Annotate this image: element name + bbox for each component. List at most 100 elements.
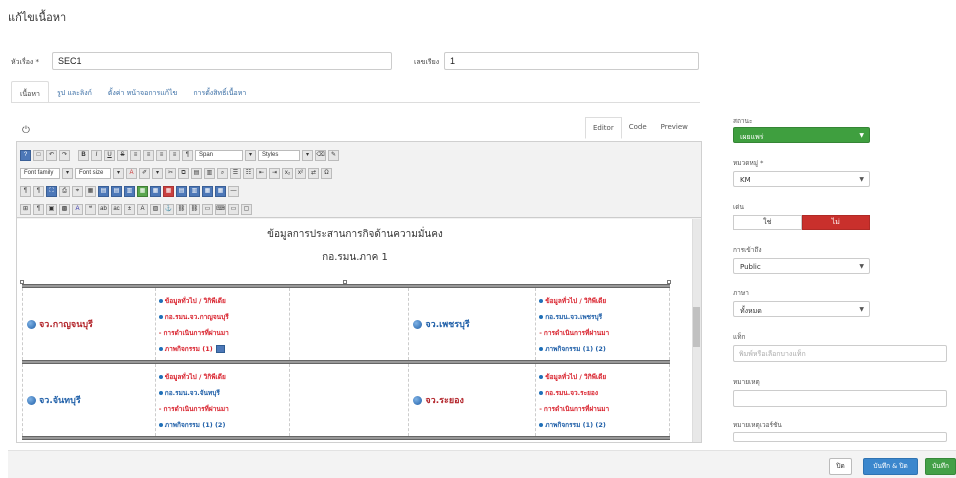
table-insert-col-icon[interactable]: ▥ bbox=[124, 185, 135, 197]
styles-select[interactable]: Styles bbox=[258, 149, 300, 161]
table-row-props-icon[interactable]: ▤ bbox=[176, 185, 187, 197]
highlight-color-icon[interactable]: ✐ bbox=[139, 167, 150, 179]
fullscreen-icon[interactable]: ⛶ bbox=[46, 185, 57, 197]
tab-preview[interactable]: Preview bbox=[654, 117, 695, 139]
hr-icon[interactable]: — bbox=[228, 185, 239, 197]
list-item[interactable]: ภาพกิจกรรม (1) (2) bbox=[539, 417, 609, 433]
text-color-icon[interactable]: A bbox=[126, 167, 137, 179]
attributes-icon[interactable]: A bbox=[137, 203, 148, 215]
font-size-select[interactable]: Font size bbox=[75, 167, 111, 179]
list-item[interactable]: ข้อมูลทั่วไป / วิกิพีเดีย bbox=[539, 293, 609, 309]
pagebreak-icon[interactable]: ▭ bbox=[228, 203, 239, 215]
highlight-yes-button[interactable]: ใช่ bbox=[733, 215, 802, 230]
order-input[interactable] bbox=[444, 52, 699, 70]
editor-document[interactable]: ข้อมูลการประสานการกิจด้านความมั่นคง กอ.ร… bbox=[17, 219, 693, 442]
list-item[interactable]: - การดำเนินการที่ผ่านมา bbox=[539, 325, 609, 341]
chevron-down-icon[interactable]: ▾ bbox=[152, 167, 163, 179]
new-document-icon[interactable]: □ bbox=[33, 149, 44, 161]
text-direction-icon[interactable]: ⇄ bbox=[308, 167, 319, 179]
ltr-icon[interactable]: ¶ bbox=[20, 185, 31, 197]
redo-icon[interactable]: ↷ bbox=[59, 149, 70, 161]
chevron-down-icon[interactable]: ▾ bbox=[62, 167, 73, 179]
chevron-down-icon[interactable]: ▾ bbox=[302, 149, 313, 161]
highlight-no-button[interactable]: ไม่ bbox=[801, 215, 870, 230]
anchor-icon[interactable]: ⚓ bbox=[163, 203, 174, 215]
province-link[interactable]: จว.เพชรบุรี bbox=[413, 317, 470, 331]
list-item[interactable]: กอ.รมน.จว.จันทบุรี bbox=[158, 385, 229, 401]
align-center-icon[interactable]: ≡ bbox=[143, 149, 154, 161]
editor-scrollbar[interactable] bbox=[692, 219, 701, 442]
template-icon[interactable]: ▣ bbox=[46, 203, 57, 215]
help-icon[interactable]: ? bbox=[20, 149, 31, 161]
power-icon[interactable]: ⏻ bbox=[22, 125, 30, 136]
media-icon[interactable]: ▩ bbox=[59, 203, 70, 215]
list-item[interactable]: ข้อมูลทั่วไป / วิกิพีเดีย bbox=[539, 369, 609, 385]
list-item[interactable]: - การดำเนินการที่ผ่านมา bbox=[159, 401, 229, 417]
spellcheck-icon[interactable]: A bbox=[72, 203, 83, 215]
list-item[interactable]: - การดำเนินการที่ผ่านมา bbox=[159, 325, 229, 341]
scrollbar-thumb[interactable] bbox=[693, 307, 700, 347]
tab-editor[interactable]: Editor bbox=[585, 117, 622, 139]
subscript-icon[interactable]: x₂ bbox=[282, 167, 293, 179]
undo-icon[interactable]: ↶ bbox=[46, 149, 57, 161]
paragraph-select[interactable]: Span bbox=[195, 149, 243, 161]
indent-icon[interactable]: ⇥ bbox=[269, 167, 280, 179]
table-delete-icon[interactable]: ▦ bbox=[163, 185, 174, 197]
italic-icon[interactable]: I bbox=[91, 149, 102, 161]
table-icon[interactable]: ▦ bbox=[85, 185, 96, 197]
table-cell-props-icon[interactable]: ▥ bbox=[189, 185, 200, 197]
list-item[interactable]: ภาพกิจกรรม (1) bbox=[158, 341, 229, 357]
chevron-down-icon[interactable]: ▾ bbox=[245, 149, 256, 161]
table-split-icon[interactable]: ▦ bbox=[150, 185, 161, 197]
tab-code[interactable]: Code bbox=[622, 117, 654, 139]
special-char-icon[interactable]: Ω bbox=[321, 167, 332, 179]
strike-icon[interactable]: ± bbox=[124, 203, 135, 215]
find-replace-icon[interactable]: ⌕ bbox=[217, 167, 228, 179]
tab-images-links[interactable]: รูป และลิงก์ bbox=[49, 81, 100, 103]
cut-icon[interactable]: ✂ bbox=[165, 167, 176, 179]
paragraph-icon[interactable]: ¶ bbox=[182, 149, 193, 161]
table-delete-row-icon[interactable]: ▤ bbox=[111, 185, 122, 197]
province-link[interactable]: จว.จันทบุรี bbox=[27, 393, 81, 407]
save-close-button[interactable]: บันทึก & ปิด bbox=[863, 458, 918, 475]
table-insert-row-icon[interactable]: ▤ bbox=[98, 185, 109, 197]
close-button[interactable]: ปิด bbox=[829, 458, 852, 475]
image-icon[interactable]: ▨ bbox=[150, 203, 161, 215]
table-col-props-icon[interactable]: ▦ bbox=[202, 185, 213, 197]
category-select[interactable]: KM ▼ bbox=[733, 171, 870, 187]
list-item[interactable]: ข้อมูลทั่วไป / วิกิพีเดีย bbox=[158, 293, 229, 309]
copy-icon[interactable]: ⧉ bbox=[178, 167, 189, 179]
access-select[interactable]: Public ▼ bbox=[733, 258, 870, 274]
province-link[interactable]: จว.ระยอง bbox=[413, 393, 464, 407]
tab-edit-screen-settings[interactable]: ตั้งค่า หน้าจอการแก้ไข bbox=[100, 81, 185, 103]
outdent-icon[interactable]: ⇤ bbox=[256, 167, 267, 179]
link-icon[interactable]: ⛓ bbox=[176, 203, 187, 215]
paste-text-icon[interactable]: ▥ bbox=[204, 167, 215, 179]
list-item[interactable]: กอ.รมน.จว.กาญจนบุรี bbox=[158, 309, 229, 325]
tab-content-permissions[interactable]: การตั้งสิทธิ์เนื้อหา bbox=[185, 81, 254, 103]
bullet-list-icon[interactable]: ☰ bbox=[230, 167, 241, 179]
numbered-list-icon[interactable]: ☷ bbox=[243, 167, 254, 179]
brush-icon[interactable]: ✎ bbox=[328, 149, 339, 161]
visual-aid-icon[interactable]: ⊞ bbox=[20, 203, 31, 215]
list-item[interactable]: ภาพกิจกรรม (1) (2) bbox=[539, 341, 609, 357]
tab-content[interactable]: เนื้อหา bbox=[11, 81, 49, 103]
note-input[interactable] bbox=[733, 390, 947, 407]
preview-icon[interactable]: ▢ bbox=[241, 203, 252, 215]
table-props-icon[interactable]: ▦ bbox=[215, 185, 226, 197]
language-select[interactable]: ทั้งหมด ▼ bbox=[733, 301, 870, 317]
status-select[interactable]: เผยแพร่ ▼ bbox=[733, 127, 870, 143]
underline-icon[interactable]: U bbox=[104, 149, 115, 161]
print-icon[interactable]: ⎙ bbox=[59, 185, 70, 197]
list-item[interactable]: กอ.รมน.จว.ระยอง bbox=[539, 385, 609, 401]
paste-icon[interactable]: ▤ bbox=[191, 167, 202, 179]
unlink-icon[interactable]: ⛓ bbox=[189, 203, 200, 215]
bold-icon[interactable]: B bbox=[78, 149, 89, 161]
abbr-icon[interactable]: ab bbox=[98, 203, 109, 215]
tags-input[interactable]: พิมพ์หรือเลือกบางแท็ก bbox=[733, 345, 947, 362]
align-right-icon[interactable]: ≡ bbox=[156, 149, 167, 161]
list-item[interactable]: - การดำเนินการที่ผ่านมา bbox=[539, 401, 609, 417]
province-link[interactable]: จว.กาญจนบุรี bbox=[27, 317, 93, 331]
version-note-input[interactable] bbox=[733, 432, 947, 442]
clear-format-icon[interactable]: ⌫ bbox=[315, 149, 326, 161]
